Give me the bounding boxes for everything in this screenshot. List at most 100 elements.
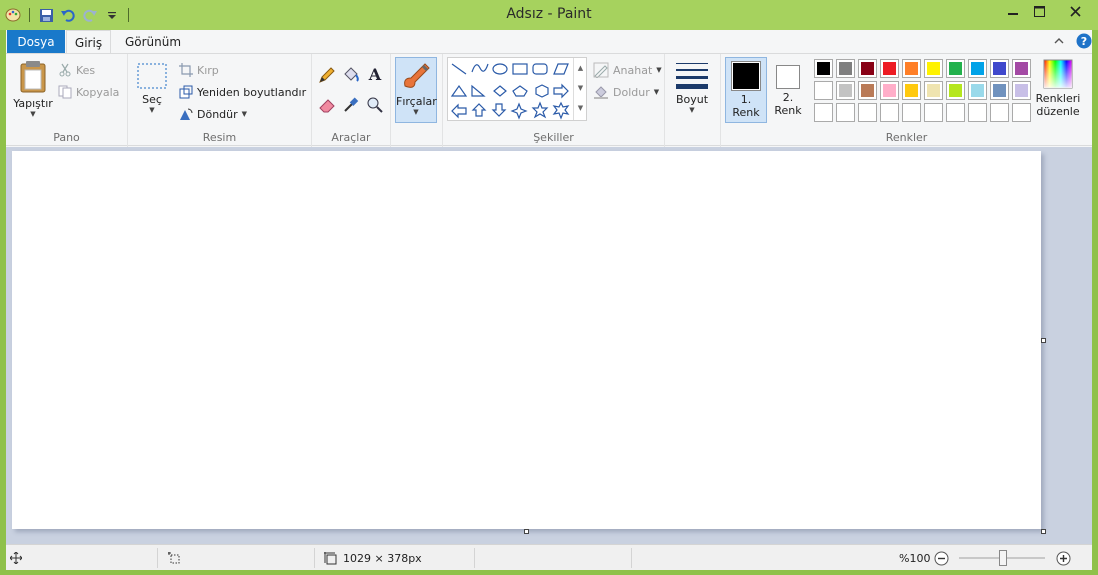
maximize-icon: [1033, 5, 1045, 17]
palette-color-swatch[interactable]: [858, 81, 877, 100]
close-button[interactable]: [1060, 0, 1090, 22]
palette-color-swatch[interactable]: [814, 59, 833, 78]
palette-color-swatch[interactable]: [924, 81, 943, 100]
palette-color-swatch[interactable]: [902, 81, 921, 100]
palette-color-swatch[interactable]: [836, 81, 855, 100]
edit-colors-label-1: Renkleri: [1035, 92, 1081, 105]
status-divider: [157, 548, 158, 568]
palette-color-swatch[interactable]: [1012, 59, 1031, 78]
rotate-button[interactable]: Döndür ▼: [179, 107, 247, 121]
zoom-slider-thumb[interactable]: [999, 550, 1007, 566]
outline-label: Anahat: [613, 63, 653, 77]
palette-color-swatch[interactable]: [880, 81, 899, 100]
copy-icon: [58, 85, 72, 99]
palette-color-swatch[interactable]: [880, 59, 899, 78]
custom-color-slot[interactable]: [1012, 103, 1031, 122]
line-width-icon: [676, 63, 708, 89]
palette-color-swatch[interactable]: [836, 59, 855, 78]
resize-button[interactable]: Yeniden boyutlandır: [179, 85, 306, 99]
canvas-area[interactable]: [6, 147, 1092, 544]
window-title: Adsız - Paint: [506, 6, 592, 22]
zoom-out-button[interactable]: [934, 545, 949, 571]
outline-button[interactable]: Anahat ▼: [593, 62, 662, 78]
tab-file[interactable]: Dosya: [7, 30, 65, 54]
cut-label: Kes: [76, 63, 96, 77]
crop-label: Kırp: [197, 63, 219, 77]
palette-color-swatch[interactable]: [924, 59, 943, 78]
size-label: Boyut: [675, 93, 709, 106]
color2-button[interactable]: 2. Renk: [770, 57, 806, 117]
zoom-slider[interactable]: [959, 545, 1045, 571]
resize-handle-right[interactable]: [1041, 338, 1046, 343]
fill-button[interactable]: Doldur ▼: [593, 84, 659, 100]
group-size: Boyut ▼: [665, 54, 721, 147]
resize-icon: [179, 85, 193, 99]
palette-color-swatch[interactable]: [814, 81, 833, 100]
maximize-button[interactable]: [1024, 0, 1054, 22]
tab-view[interactable]: Görünüm: [118, 30, 188, 54]
select-rectangle-icon: [137, 63, 167, 89]
select-button[interactable]: Seç ▼: [134, 62, 170, 114]
copy-label: Kopyala: [76, 85, 120, 99]
palette-color-swatch[interactable]: [990, 81, 1009, 100]
brushes-button[interactable]: Fırçalar ▼: [395, 57, 437, 123]
palette-color-swatch[interactable]: [902, 59, 921, 78]
drawing-canvas[interactable]: [12, 151, 1041, 529]
custom-color-slot[interactable]: [836, 103, 855, 122]
text-icon[interactable]: A: [366, 65, 384, 86]
custom-color-slot[interactable]: [968, 103, 987, 122]
clipboard-icon: [20, 61, 46, 93]
size-button[interactable]: Boyut ▼: [669, 60, 715, 114]
zoom-out-icon: [934, 551, 949, 565]
group-brushes: Fırçalar ▼: [391, 54, 443, 147]
canvas-size-indicator: 1029 × 378px: [324, 545, 422, 571]
brush-icon: [404, 63, 430, 88]
select-label: Seç: [142, 93, 162, 106]
group-image: Seç ▼ Kırp Yeniden boyutlandır Döndür ▼ …: [128, 54, 312, 147]
palette-color-swatch[interactable]: [946, 81, 965, 100]
magnifier-icon[interactable]: [366, 96, 384, 117]
shapes-gallery[interactable]: [447, 57, 587, 121]
custom-color-slot[interactable]: [946, 103, 965, 122]
status-divider: [314, 548, 315, 568]
edit-colors-button[interactable]: Renkleri düzenle: [1033, 59, 1083, 118]
resize-handle-corner[interactable]: [1041, 529, 1046, 534]
shapes-scroll[interactable]: ▲ ▼ ▼: [573, 58, 587, 120]
palette-color-swatch[interactable]: [946, 59, 965, 78]
custom-color-slot[interactable]: [924, 103, 943, 122]
tab-home[interactable]: Giriş: [66, 30, 111, 54]
group-tools: A Araçlar: [312, 54, 391, 147]
custom-color-slot[interactable]: [902, 103, 921, 122]
paste-button[interactable]: Yapıştır ▼: [10, 60, 56, 118]
cut-button[interactable]: Kes: [58, 63, 95, 77]
chevron-down-icon: ▼: [656, 66, 662, 74]
custom-color-slot[interactable]: [858, 103, 877, 122]
status-divider: [631, 548, 632, 568]
custom-color-slot[interactable]: [990, 103, 1009, 122]
minimize-ribbon-icon[interactable]: [1054, 35, 1064, 48]
resize-handle-bottom[interactable]: [524, 529, 529, 534]
palette-color-swatch[interactable]: [968, 59, 987, 78]
copy-button[interactable]: Kopyala: [58, 85, 119, 99]
close-icon: [1069, 5, 1081, 17]
crop-button[interactable]: Kırp: [179, 63, 219, 77]
color2-label-1: 2.: [782, 91, 794, 104]
status-divider: [474, 548, 475, 568]
custom-color-slot[interactable]: [880, 103, 899, 122]
zoom-in-button[interactable]: [1056, 545, 1071, 571]
eraser-icon[interactable]: [318, 96, 336, 117]
help-icon[interactable]: ?: [1076, 33, 1092, 52]
custom-color-slot[interactable]: [814, 103, 833, 122]
pencil-icon[interactable]: [318, 66, 336, 87]
color-picker-icon[interactable]: [342, 96, 360, 117]
svg-text:?: ?: [1081, 35, 1087, 48]
group-label-colors: Renkler: [885, 131, 928, 144]
color1-button[interactable]: 1. Renk: [725, 57, 767, 123]
palette-color-swatch[interactable]: [968, 81, 987, 100]
palette-color-swatch[interactable]: [990, 59, 1009, 78]
color2-label-2: Renk: [774, 104, 802, 117]
palette-color-swatch[interactable]: [858, 59, 877, 78]
palette-color-swatch[interactable]: [1012, 81, 1031, 100]
fill-bucket-icon[interactable]: [342, 66, 360, 87]
app-window: Dosya Giriş Görünüm ? Yapıştır ▼ Kes Kop…: [6, 30, 1092, 570]
